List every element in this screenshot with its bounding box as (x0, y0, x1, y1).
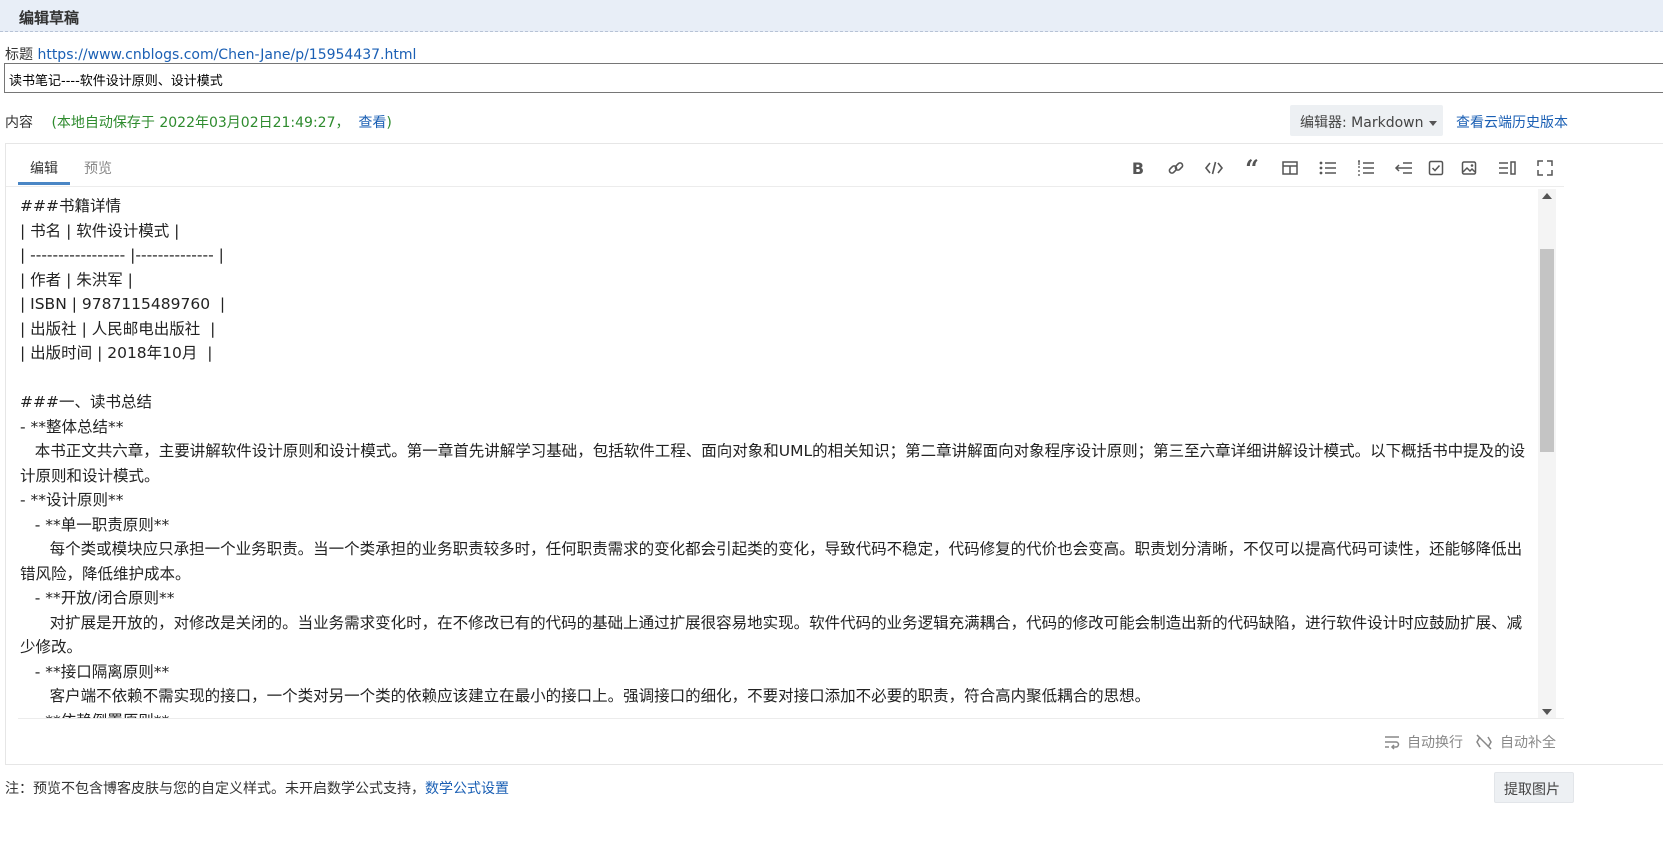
code-icon[interactable] (1201, 156, 1227, 180)
editor-line: - **开放/闭合原则** (20, 589, 175, 607)
editor-line: 本书正文共六章，主要讲解软件设计原则和设计模式。第一章首先讲解学习基础，包括软件… (20, 442, 1526, 485)
wrap-icon (1385, 736, 1400, 750)
editor-line: | 出版时间 | 2018年10月 | (20, 344, 213, 362)
auto-complete-off-icon (1476, 734, 1492, 750)
scroll-down-arrow-icon[interactable] (1542, 709, 1552, 715)
math-settings-link[interactable]: 数学公式设置 (425, 781, 509, 797)
indent-icon[interactable] (1391, 156, 1417, 180)
editor-line: 对扩展是开放的，对修改是关闭的。当业务需求变化时，在不修改已有的代码的基础上通过… (20, 613, 1523, 657)
editor-line: ###一、读书总结 (20, 393, 152, 411)
editor-line: | 作者 | 朱洪军 | (20, 270, 133, 289)
title-label: 标题 (5, 47, 33, 63)
autosave-view-link[interactable]: 查看 (358, 115, 386, 131)
fetch-images-button[interactable]: 提取图片 (1494, 772, 1574, 803)
active-tab-underline (18, 182, 70, 185)
chevron-down-icon (1429, 120, 1438, 126)
auto-wrap-toggle[interactable]: 自动换行 (1383, 732, 1463, 752)
checkbox-icon[interactable] (1423, 156, 1449, 180)
scrollbar-thumb[interactable] (1540, 249, 1554, 452)
auto-complete-toggle[interactable]: 自动补全 (1474, 732, 1556, 752)
autosave-suffix: ) (386, 115, 392, 131)
content-label: 内容 (5, 115, 33, 131)
unordered-list-icon[interactable] (1315, 156, 1341, 180)
post-url-link[interactable]: https://www.cnblogs.com/Chen-Jane/p/1595… (37, 47, 416, 63)
auto-wrap-label: 自动换行 (1407, 735, 1463, 751)
page-title: 编辑草稿 (19, 9, 80, 27)
editor-footer-divider (18, 718, 1564, 719)
table-icon[interactable] (1277, 156, 1303, 180)
editor-line: | ISBN | 9787115489760 | (20, 295, 226, 313)
editor-line: | ----------------- |-------------- | (20, 246, 224, 264)
page-header: 编辑草稿 (0, 0, 1663, 32)
editor-type-label: 编辑器: Markdown (1300, 115, 1424, 131)
editor-line: | 出版社 | 人民邮电出版社 | (20, 319, 216, 338)
footer-note-text: 注：预览不包含博客皮肤与您的自定义样式。未开启数学公式支持， (5, 781, 425, 797)
editor-line: | 书名 | 软件设计模式 | (20, 221, 180, 240)
cloud-history-link[interactable]: 查看云端历史版本 (1456, 112, 1568, 132)
bold-icon[interactable]: B (1125, 156, 1151, 180)
editor-line: - **单一职责原则** (20, 515, 170, 534)
tab-preview[interactable]: 预览 (84, 158, 112, 178)
editor-scrollbar[interactable] (1538, 189, 1556, 719)
scroll-up-arrow-icon[interactable] (1542, 193, 1552, 199)
ordered-list-icon[interactable] (1353, 156, 1379, 180)
editor-line: 客户端不依赖不需实现的接口，一个类对另一个类的依赖应该建立在最小的接口上。强调接… (20, 687, 1151, 705)
title-row: 标题 https://www.cnblogs.com/Chen-Jane/p/1… (5, 44, 416, 64)
quote-icon[interactable]: “ (1239, 154, 1265, 183)
editor-line: - **接口隔离原则** (20, 662, 170, 681)
autosave-note: (本地自动保存于 2022年03月02日21:49:27， 查看) (51, 115, 391, 131)
content-row: 内容 (本地自动保存于 2022年03月02日21:49:27， 查看) (5, 112, 392, 132)
fullscreen-icon[interactable] (1532, 156, 1558, 180)
title-input[interactable]: 读书笔记----软件设计原则、设计模式 (4, 63, 1663, 93)
tabs-divider (6, 186, 1564, 187)
editor-type-select[interactable]: 编辑器: Markdown (1290, 105, 1443, 136)
markdown-textarea[interactable]: ###书籍详情 | 书名 | 软件设计模式 | | ----------------… (20, 194, 1530, 719)
autosave-prefix: (本地自动保存于 2022年03月02日21:49:27， (51, 115, 350, 131)
markdown-editor: 编辑 预览 B “ ###书籍详情 | 书名 | 软件设计模式 | | ------… (5, 143, 1663, 765)
editor-line: 每个类或模块应只承担一个业务职责。当一个类承担的业务职责较多时，任何职责需求的变… (20, 540, 1523, 583)
image-icon[interactable] (1456, 156, 1482, 180)
link-icon[interactable] (1163, 156, 1189, 180)
auto-complete-label: 自动补全 (1500, 735, 1556, 751)
editor-line: - **设计原则** (20, 491, 124, 509)
editor-line: - **整体总结** (20, 417, 124, 436)
footer-note: 注：预览不包含博客皮肤与您的自定义样式。未开启数学公式支持，数学公式设置 (5, 778, 509, 798)
editor-line: ###书籍详情 (20, 197, 121, 215)
tab-edit[interactable]: 编辑 (30, 158, 58, 178)
side-by-side-icon[interactable] (1494, 156, 1520, 180)
